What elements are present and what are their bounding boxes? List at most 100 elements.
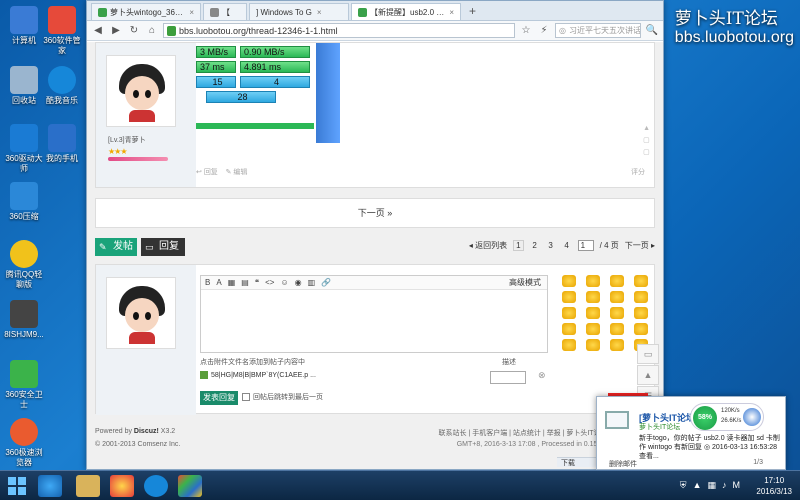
table-button[interactable]: ▥ [308, 278, 316, 287]
smiley-icon[interactable] [610, 323, 624, 335]
360-browser-taskbar-icon[interactable] [110, 475, 134, 497]
bookmark-star-icon[interactable]: ☆ [519, 24, 533, 38]
code-button[interactable]: <> [265, 278, 274, 287]
360-security-icon[interactable]: 360安全卫士 [2, 360, 46, 410]
address-bar[interactable]: bbs.luobotou.org/thread-12346-1-1.html [163, 23, 515, 38]
smiley-icon[interactable] [634, 323, 648, 335]
kuwo-taskbar-icon[interactable] [144, 475, 168, 497]
image-button[interactable]: ▦ [228, 278, 236, 287]
smiley-icon[interactable] [610, 291, 624, 303]
description-input[interactable] [490, 371, 526, 384]
search-input[interactable]: ◎ 习近平七天五次讲话 [555, 23, 641, 38]
clock[interactable]: 17:10 2016/3/13 [756, 475, 792, 497]
ie-icon[interactable] [38, 475, 62, 497]
notification-body[interactable]: 新手togo，你的帖子 usb2.0 读卡器加 sd 卡制作 wintogo 有… [639, 434, 781, 461]
forward-icon[interactable]: ▶ [109, 24, 123, 38]
start-button[interactable] [8, 477, 26, 495]
back-to-list-link[interactable]: ◂ 返回列表 [469, 240, 507, 251]
attachment-item[interactable]: 58|HG|M8|B|BMP`8Y(C1AEE.p ... [200, 371, 316, 379]
smiley-button[interactable]: ☺ [280, 278, 288, 287]
network-speed-widget[interactable]: 58% 120K/s 26.6K/s [690, 403, 764, 431]
next-page-bar[interactable]: 下一页 » [95, 198, 655, 228]
smiley-grid [562, 275, 654, 351]
smiley-icon[interactable] [634, 275, 648, 287]
link-button[interactable]: 🔗 [321, 278, 331, 287]
remove-attachment-icon[interactable]: ⊗ [538, 370, 546, 381]
tab-360-search[interactable]: 萝卜头wintogo_360搜索× [91, 3, 201, 20]
rate-link[interactable]: 评分 [631, 167, 645, 177]
delete-mail-link[interactable]: 删除邮件 [609, 459, 637, 469]
back-icon[interactable]: ◀ [91, 24, 105, 38]
my-phone-icon[interactable]: 我的手机 [40, 124, 84, 164]
page-jump-input[interactable]: 1 [577, 240, 594, 251]
tray-volume-icon[interactable]: ♪ [722, 480, 727, 491]
360-software-manager-icon[interactable]: 360软件管家 [40, 6, 84, 56]
attachment-button[interactable]: ▤ [241, 278, 249, 287]
bold-button[interactable]: B [205, 278, 210, 287]
close-icon[interactable]: × [449, 8, 454, 17]
smiley-icon[interactable] [610, 275, 624, 287]
360-browser-icon[interactable]: 360极速浏览器 [2, 418, 46, 468]
home-icon[interactable]: ⌂ [145, 24, 159, 38]
page-link[interactable]: 2 [530, 241, 540, 250]
tray-ime[interactable]: M [733, 480, 741, 491]
close-icon[interactable]: × [189, 8, 194, 17]
lightning-icon[interactable]: ⚡ [537, 24, 551, 38]
refresh-icon[interactable]: ↻ [127, 24, 141, 38]
tray-network-icon[interactable]: ▦ [707, 480, 716, 491]
smiley-icon[interactable] [586, 291, 600, 303]
next-page-link[interactable]: 下一页 ▸ [625, 240, 655, 251]
qq-icon[interactable]: 腾讯QQ轻聊版 [2, 240, 46, 290]
close-icon[interactable]: × [317, 8, 322, 17]
smiley-icon[interactable] [634, 291, 648, 303]
upload-speed: 120K/s [721, 408, 740, 414]
page-link[interactable]: 1 [513, 240, 524, 251]
smiley-icon[interactable] [562, 275, 576, 287]
avatar-face-icon [119, 64, 165, 122]
file-icon[interactable]: 8ISHJM9... [2, 300, 46, 340]
smiley-icon[interactable] [562, 339, 576, 351]
smiley-icon[interactable] [634, 307, 648, 319]
back-to-top-icon[interactable]: ▲ [637, 365, 659, 385]
advanced-mode-link[interactable]: 高级模式 [509, 277, 541, 288]
smiley-icon[interactable] [562, 307, 576, 319]
font-color-button[interactable]: A [216, 278, 221, 287]
reply-button[interactable]: ▭ 回复 [141, 238, 185, 256]
smiley-icon[interactable] [562, 291, 576, 303]
download-button[interactable]: 下载 [561, 458, 575, 468]
tab-active-thread[interactable]: 【新提醒】usb2.0 读卡器处× [351, 3, 461, 20]
new-post-button[interactable]: ✎ 发帖 [95, 238, 137, 256]
kuwo-music-icon[interactable]: 酷我音乐 [40, 66, 84, 106]
avatar[interactable] [106, 277, 176, 349]
tray-expand-icon[interactable]: ▲ [693, 480, 702, 491]
page-link[interactable]: 4 [562, 241, 572, 250]
page-link[interactable]: 3 [546, 241, 556, 250]
submit-reply-button[interactable]: 发表回复 [200, 391, 238, 405]
smiley-icon[interactable] [586, 323, 600, 335]
new-tab-button[interactable]: + [463, 4, 482, 18]
reply-link[interactable]: ↩ 回复 [196, 169, 218, 176]
shield-glyph-icon [10, 360, 38, 388]
quote-button[interactable]: ❝ [255, 278, 259, 287]
smiley-icon[interactable] [586, 307, 600, 319]
file-explorer-icon[interactable] [76, 475, 100, 497]
quick-reply-icon[interactable]: ▭ [637, 344, 659, 364]
tab-2[interactable]: 【 [203, 3, 247, 20]
edit-link[interactable]: ✎ 编辑 [226, 169, 248, 176]
smiley-icon[interactable] [610, 339, 624, 351]
copyright: © 2001-2013 Comsenz Inc. [95, 441, 181, 448]
smiley-icon[interactable] [562, 323, 576, 335]
face-button[interactable]: ◉ [295, 278, 302, 287]
360-zip-icon[interactable]: 360压缩 [2, 182, 46, 222]
smiley-icon[interactable] [586, 275, 600, 287]
avatar[interactable] [106, 55, 176, 127]
rank-stars: ★★★ [108, 147, 127, 156]
search-go-icon[interactable]: 🔍 [645, 24, 659, 38]
reply-editor[interactable]: B A ▦ ▤ ❝ <> ☺ ◉ ▥ 🔗 高级模式 [200, 275, 548, 353]
jump-last-page-checkbox[interactable]: 回帖后跳转到最后一页 [242, 392, 323, 402]
smiley-icon[interactable] [586, 339, 600, 351]
smiley-icon[interactable] [610, 307, 624, 319]
tray-security-icon[interactable]: ⛨ [680, 480, 687, 491]
360-manager-taskbar-icon[interactable] [178, 475, 202, 497]
tab-windows-to-go[interactable]: ] Windows To G × [249, 3, 349, 20]
